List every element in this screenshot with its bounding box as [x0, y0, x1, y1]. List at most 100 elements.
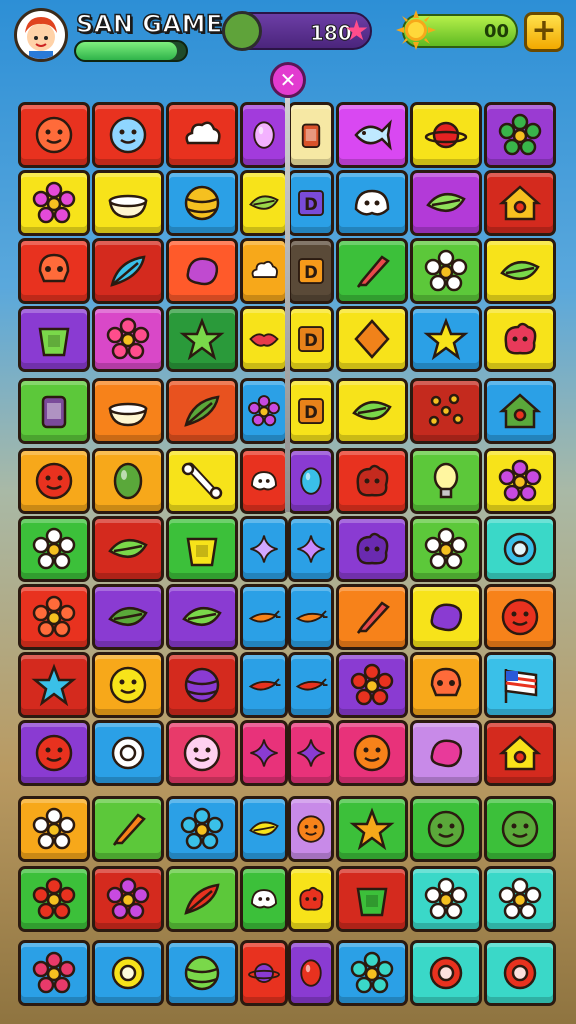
game-tile[interactable]: [92, 448, 164, 514]
game-tile[interactable]: [484, 516, 556, 582]
game-tile[interactable]: D: [288, 238, 334, 304]
game-tile[interactable]: [336, 940, 408, 1006]
game-tile[interactable]: [410, 796, 482, 862]
game-tile[interactable]: [484, 796, 556, 862]
game-tile[interactable]: [410, 238, 482, 304]
game-tile[interactable]: [18, 238, 90, 304]
game-tile[interactable]: [288, 516, 334, 582]
game-tile[interactable]: [92, 796, 164, 862]
game-tile[interactable]: [336, 720, 408, 786]
game-tile[interactable]: [18, 720, 90, 786]
game-tile[interactable]: [484, 940, 556, 1006]
game-tile[interactable]: [92, 584, 164, 650]
game-tile[interactable]: [484, 102, 556, 168]
game-tile[interactable]: [240, 378, 288, 444]
game-tile[interactable]: [484, 378, 556, 444]
game-tile[interactable]: [288, 866, 334, 932]
game-tile[interactable]: [336, 170, 408, 236]
game-tile[interactable]: [18, 306, 90, 372]
game-tile[interactable]: D: [288, 378, 334, 444]
game-tile[interactable]: D: [288, 170, 334, 236]
game-tile[interactable]: [410, 720, 482, 786]
game-tile[interactable]: [240, 448, 288, 514]
game-tile[interactable]: [240, 796, 288, 862]
game-tile[interactable]: [288, 102, 334, 168]
game-tile[interactable]: [92, 378, 164, 444]
game-tile[interactable]: [288, 652, 334, 718]
game-tile[interactable]: [240, 170, 288, 236]
game-tile[interactable]: [336, 866, 408, 932]
game-tile[interactable]: [18, 448, 90, 514]
game-tile[interactable]: [410, 516, 482, 582]
game-tile[interactable]: [92, 102, 164, 168]
game-tile[interactable]: [92, 720, 164, 786]
game-tile[interactable]: [166, 940, 238, 1006]
game-tile[interactable]: [410, 448, 482, 514]
game-tile[interactable]: [336, 378, 408, 444]
game-tile[interactable]: [166, 378, 238, 444]
game-tile[interactable]: [166, 516, 238, 582]
game-tile[interactable]: [18, 796, 90, 862]
game-tile[interactable]: [336, 448, 408, 514]
add-coins-button[interactable]: +: [524, 12, 564, 52]
game-tile[interactable]: [166, 584, 238, 650]
game-tile[interactable]: [336, 102, 408, 168]
game-tile[interactable]: [240, 584, 288, 650]
game-tile[interactable]: [288, 448, 334, 514]
game-tile[interactable]: [166, 652, 238, 718]
game-tile[interactable]: [484, 306, 556, 372]
game-tile[interactable]: [336, 306, 408, 372]
game-tile[interactable]: [240, 720, 288, 786]
game-tile[interactable]: [288, 796, 334, 862]
game-tile[interactable]: [92, 238, 164, 304]
game-tile[interactable]: [410, 170, 482, 236]
column-marker-button[interactable]: ✕: [270, 62, 306, 98]
game-tile[interactable]: [410, 866, 482, 932]
game-tile[interactable]: [240, 866, 288, 932]
game-tile[interactable]: [18, 102, 90, 168]
game-tile[interactable]: [18, 940, 90, 1006]
game-tile[interactable]: [336, 796, 408, 862]
game-tile[interactable]: [484, 584, 556, 650]
game-tile[interactable]: [18, 378, 90, 444]
game-tile[interactable]: [92, 940, 164, 1006]
game-tile[interactable]: [336, 584, 408, 650]
game-tile[interactable]: [410, 940, 482, 1006]
game-tile[interactable]: [166, 796, 238, 862]
game-tile[interactable]: [166, 720, 238, 786]
game-tile[interactable]: [336, 516, 408, 582]
game-tile[interactable]: [92, 306, 164, 372]
game-tile[interactable]: D: [288, 306, 334, 372]
game-tile[interactable]: [240, 238, 288, 304]
game-tile[interactable]: [166, 238, 238, 304]
game-tile[interactable]: [484, 170, 556, 236]
game-tile[interactable]: [484, 448, 556, 514]
game-tile[interactable]: [240, 516, 288, 582]
game-tile[interactable]: [410, 306, 482, 372]
game-tile[interactable]: [92, 652, 164, 718]
game-tile[interactable]: [18, 584, 90, 650]
game-tile[interactable]: [18, 866, 90, 932]
game-tile[interactable]: [18, 516, 90, 582]
game-tile[interactable]: [92, 866, 164, 932]
game-tile[interactable]: [484, 720, 556, 786]
game-tile[interactable]: [288, 584, 334, 650]
game-tile[interactable]: [484, 238, 556, 304]
game-tile[interactable]: [92, 170, 164, 236]
game-tile[interactable]: [484, 652, 556, 718]
player-avatar[interactable]: [14, 8, 68, 62]
game-tile[interactable]: [410, 584, 482, 650]
game-tile[interactable]: [410, 102, 482, 168]
game-tile[interactable]: [18, 170, 90, 236]
game-tile[interactable]: [92, 516, 164, 582]
game-tile[interactable]: [288, 720, 334, 786]
game-tile[interactable]: [166, 170, 238, 236]
game-tile[interactable]: [410, 652, 482, 718]
game-tile[interactable]: [240, 306, 288, 372]
game-tile[interactable]: [336, 238, 408, 304]
game-tile[interactable]: [166, 866, 238, 932]
game-tile[interactable]: [240, 940, 288, 1006]
game-tile[interactable]: [484, 866, 556, 932]
game-tile[interactable]: [166, 306, 238, 372]
game-tile[interactable]: [288, 940, 334, 1006]
